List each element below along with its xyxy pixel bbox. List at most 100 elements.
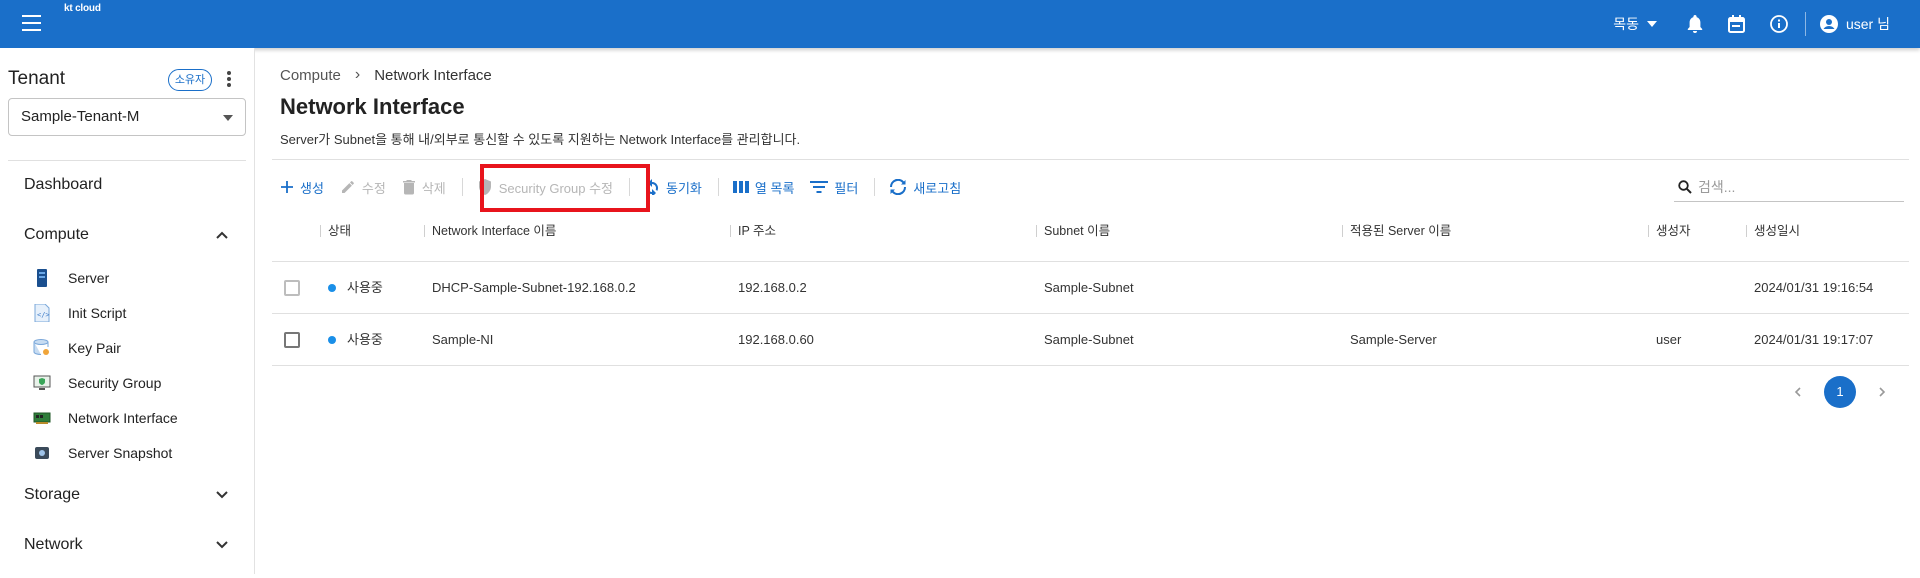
sidebar-item-compute[interactable]: Compute (24, 226, 89, 244)
status-text: 사용중 (347, 280, 383, 295)
subnet-cell: Sample-Subnet (1044, 332, 1134, 347)
trash-icon (402, 180, 415, 195)
edit-button[interactable]: 수정 (340, 178, 386, 197)
table-row[interactable]: 사용중 Sample-NI 192.168.0.60 Sample-Subnet… (272, 314, 1909, 366)
column-divider (320, 225, 321, 237)
sidebar-item-label: Server Snapshot (68, 445, 173, 461)
toolbar-divider (461, 178, 463, 196)
filter-icon (810, 181, 829, 193)
created-cell: 2024/01/31 19:16:54 (1754, 280, 1874, 295)
row-checkbox[interactable] (284, 280, 300, 296)
columns-label: 열 목록 (754, 180, 795, 196)
more-vert-icon[interactable] (226, 71, 232, 89)
ip-cell: 192.168.0.2 (738, 280, 807, 295)
tenant-selected-value: Sample-Tenant-M (21, 108, 140, 125)
column-header-label: 생성일시 (1754, 224, 1801, 238)
search-box (1674, 172, 1904, 202)
info-icon[interactable] (1769, 14, 1789, 34)
status-text: 사용중 (347, 332, 383, 347)
tenant-select[interactable]: Sample-Tenant-M (8, 98, 246, 136)
breadcrumb-current: Network Interface (374, 66, 492, 84)
sidebar-item-label: Network Interface (68, 410, 178, 426)
sidebar-item-key-pair[interactable]: Key Pair (32, 338, 121, 358)
search-input[interactable] (1698, 178, 1888, 195)
security-group-edit-label: Security Group 수정 (498, 180, 614, 196)
page-button-current[interactable]: 1 (1824, 376, 1856, 408)
chevron-up-icon[interactable] (215, 228, 229, 242)
chevron-left-icon[interactable] (1786, 380, 1810, 404)
server-icon (32, 269, 52, 287)
sidebar-item-init-script[interactable]: </> Init Script (32, 303, 126, 323)
refresh-icon (890, 179, 907, 195)
chevron-down-icon[interactable] (215, 488, 229, 502)
sync-label: 동기화 (666, 180, 702, 196)
filter-label: 필터 (834, 180, 859, 196)
status-dot-icon (328, 283, 336, 292)
column-header-ip[interactable]: IP 주소 (730, 216, 777, 262)
app-logo[interactable]: kt cloud CLOUD SDDC (64, 3, 476, 74)
sidebar-item-dashboard[interactable]: Dashboard (24, 176, 102, 194)
security-group-edit-button[interactable]: Security Group 수정 (477, 178, 613, 197)
edit-label: 수정 (361, 180, 386, 196)
sidebar-item-network[interactable]: Network (24, 536, 83, 554)
name-cell: DHCP-Sample-Subnet-192.168.0.2 (432, 280, 636, 295)
chevron-right-icon[interactable] (1870, 380, 1894, 404)
columns-button[interactable]: 열 목록 (732, 178, 795, 197)
region-selector[interactable]: 목동 (1613, 14, 1657, 34)
column-header-status[interactable]: 상태 (320, 216, 352, 262)
sidebar-item-storage[interactable]: Storage (24, 486, 80, 504)
ip-cell: 192.168.0.60 (738, 332, 814, 347)
sidebar-item-security-group[interactable]: Security Group (32, 373, 161, 393)
column-header-creator[interactable]: 생성자 (1648, 216, 1691, 262)
creator-cell: user (1656, 332, 1682, 347)
column-header-label: IP 주소 (738, 224, 777, 238)
user-name: user 님 (1845, 16, 1890, 32)
column-header-name[interactable]: Network Interface 이름 (424, 216, 556, 262)
sidebar-item-server-snapshot[interactable]: Server Snapshot (32, 443, 172, 463)
breadcrumb: Compute › Network Interface (280, 66, 492, 84)
user-menu[interactable]: user 님 (1819, 14, 1890, 34)
network-interface-table: 상태 Network Interface 이름 IP 주소 Subnet 이름 … (272, 216, 1909, 366)
sidebar-item-label: Key Pair (68, 340, 121, 356)
column-header-created[interactable]: 생성일시 (1746, 216, 1801, 262)
sidebar-item-server[interactable]: Server (32, 268, 109, 288)
bell-icon[interactable] (1685, 14, 1705, 34)
filter-button[interactable]: 필터 (810, 178, 858, 197)
logo-subtitle: kt cloud (64, 3, 101, 14)
header-divider (1804, 12, 1806, 36)
column-header-subnet[interactable]: Subnet 이름 (1036, 216, 1110, 262)
chevron-down-icon[interactable] (215, 538, 229, 552)
status-dot-icon (328, 335, 336, 344)
column-divider (424, 225, 425, 237)
sidebar: Tenant 소유자 Sample-Tenant-M Dashboard Com… (0, 48, 255, 574)
sync-icon (646, 179, 659, 195)
server-snapshot-icon (32, 444, 52, 462)
create-button[interactable]: 생성 (280, 178, 324, 197)
status-cell: 사용중 (328, 262, 383, 314)
shield-icon (478, 179, 491, 195)
column-divider (730, 225, 731, 237)
column-header-label: 상태 (328, 224, 352, 238)
sync-button[interactable]: 동기화 (644, 178, 702, 197)
column-header-server[interactable]: 적용된 Server 이름 (1342, 216, 1451, 262)
table-row[interactable]: 사용중 DHCP-Sample-Subnet-192.168.0.2 192.1… (272, 262, 1909, 314)
created-cell: 2024/01/31 19:17:07 (1754, 332, 1874, 347)
owner-badge: 소유자 (168, 69, 212, 91)
plus-icon (281, 181, 293, 193)
delete-button[interactable]: 삭제 (402, 178, 446, 197)
refresh-button[interactable]: 새로고침 (889, 178, 961, 197)
row-checkbox[interactable] (284, 332, 300, 348)
tenant-title: Tenant (8, 68, 66, 89)
caret-down-icon (1646, 21, 1657, 27)
pagination: 1 (1786, 376, 1894, 408)
divider (272, 159, 1909, 160)
caret-down-icon (223, 115, 233, 121)
key-pair-icon (32, 339, 52, 357)
menu-icon[interactable] (22, 15, 41, 31)
calendar-icon[interactable] (1727, 14, 1747, 34)
svg-text:</>: </> (37, 311, 50, 319)
subnet-cell: Sample-Subnet (1044, 280, 1134, 295)
sidebar-item-network-interface[interactable]: Network Interface (32, 408, 178, 428)
breadcrumb-compute[interactable]: Compute (280, 67, 341, 84)
column-divider (1036, 225, 1037, 237)
